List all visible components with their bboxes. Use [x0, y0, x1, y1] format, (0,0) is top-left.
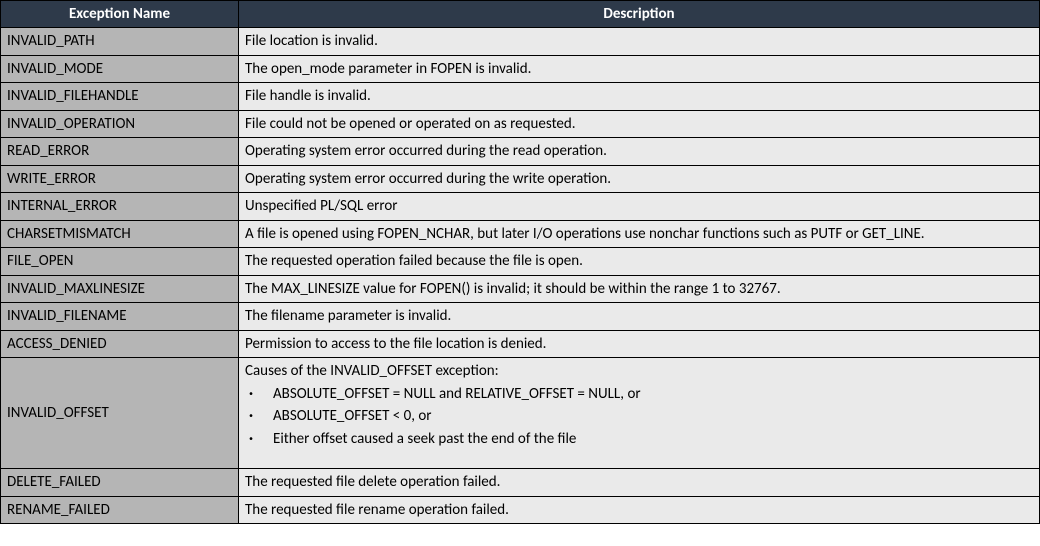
exception-name-cell: INVALID_MAXLINESIZE — [1, 275, 239, 303]
description-cell: The requested operation failed because t… — [239, 248, 1040, 276]
exception-name-cell: INVALID_MODE — [1, 55, 239, 83]
table-row: INVALID_MODE The open_mode parameter in … — [1, 55, 1040, 83]
table-row: READ_ERROR Operating system error occurr… — [1, 138, 1040, 166]
table-header-row: Exception Name Description — [1, 1, 1040, 28]
exception-name-cell: INVALID_FILENAME — [1, 303, 239, 331]
description-cell: The requested file rename operation fail… — [239, 496, 1040, 524]
exception-name-cell: READ_ERROR — [1, 138, 239, 166]
description-lead: Causes of the INVALID_OFFSET exception: — [245, 360, 1033, 383]
description-cell: File could not be opened or operated on … — [239, 110, 1040, 138]
table-row: INTERNAL_ERROR Unspecified PL/SQL error — [1, 193, 1040, 221]
description-cell: Operating system error occurred during t… — [239, 165, 1040, 193]
bullet-item: Either offset caused a seek past the end… — [245, 428, 1033, 451]
description-cell: The filename parameter is invalid. — [239, 303, 1040, 331]
exception-name-cell: INVALID_FILEHANDLE — [1, 83, 239, 111]
exception-name-cell: INVALID_PATH — [1, 28, 239, 56]
description-cell: The requested file delete operation fail… — [239, 469, 1040, 497]
description-cell: Unspecified PL/SQL error — [239, 193, 1040, 221]
exception-name-cell: INTERNAL_ERROR — [1, 193, 239, 221]
exceptions-table: Exception Name Description INVALID_PATH … — [0, 0, 1040, 524]
description-cell: The MAX_LINESIZE value for FOPEN() is in… — [239, 275, 1040, 303]
description-cell: Causes of the INVALID_OFFSET exception: … — [239, 358, 1040, 469]
table-row: INVALID_PATH File location is invalid. — [1, 28, 1040, 56]
exception-name-cell: INVALID_OPERATION — [1, 110, 239, 138]
table-row: INVALID_FILENAME The filename parameter … — [1, 303, 1040, 331]
table-row: FILE_OPEN The requested operation failed… — [1, 248, 1040, 276]
exception-name-cell: INVALID_OFFSET — [1, 358, 239, 469]
table-row: ACCESS_DENIED Permission to access to th… — [1, 330, 1040, 358]
table-row: INVALID_FILEHANDLE File handle is invali… — [1, 83, 1040, 111]
table-row: INVALID_OPERATION File could not be open… — [1, 110, 1040, 138]
table-row: DELETE_FAILED The requested file delete … — [1, 469, 1040, 497]
table-row: WRITE_ERROR Operating system error occur… — [1, 165, 1040, 193]
table-row: INVALID_MAXLINESIZE The MAX_LINESIZE val… — [1, 275, 1040, 303]
header-description: Description — [239, 1, 1040, 28]
description-cell: Permission to access to the file locatio… — [239, 330, 1040, 358]
description-cell: Operating system error occurred during t… — [239, 138, 1040, 166]
table-row: CHARSETMISMATCH A file is opened using F… — [1, 220, 1040, 248]
description-bullets: ABSOLUTE_OFFSET = NULL and RELATIVE_OFFS… — [245, 383, 1033, 451]
table-row: RENAME_FAILED The requested file rename … — [1, 496, 1040, 524]
bullet-item: ABSOLUTE_OFFSET < 0, or — [245, 405, 1033, 428]
exception-name-cell: CHARSETMISMATCH — [1, 220, 239, 248]
bullet-item: ABSOLUTE_OFFSET = NULL and RELATIVE_OFFS… — [245, 383, 1033, 406]
exception-name-cell: WRITE_ERROR — [1, 165, 239, 193]
description-cell: A file is opened using FOPEN_NCHAR, but … — [239, 220, 1040, 248]
header-exception-name: Exception Name — [1, 1, 239, 28]
exception-name-cell: DELETE_FAILED — [1, 469, 239, 497]
exception-name-cell: ACCESS_DENIED — [1, 330, 239, 358]
description-cell: File location is invalid. — [239, 28, 1040, 56]
exception-name-cell: FILE_OPEN — [1, 248, 239, 276]
table-row: INVALID_OFFSET Causes of the INVALID_OFF… — [1, 358, 1040, 469]
exception-name-cell: RENAME_FAILED — [1, 496, 239, 524]
description-cell: File handle is invalid. — [239, 83, 1040, 111]
description-cell: The open_mode parameter in FOPEN is inva… — [239, 55, 1040, 83]
